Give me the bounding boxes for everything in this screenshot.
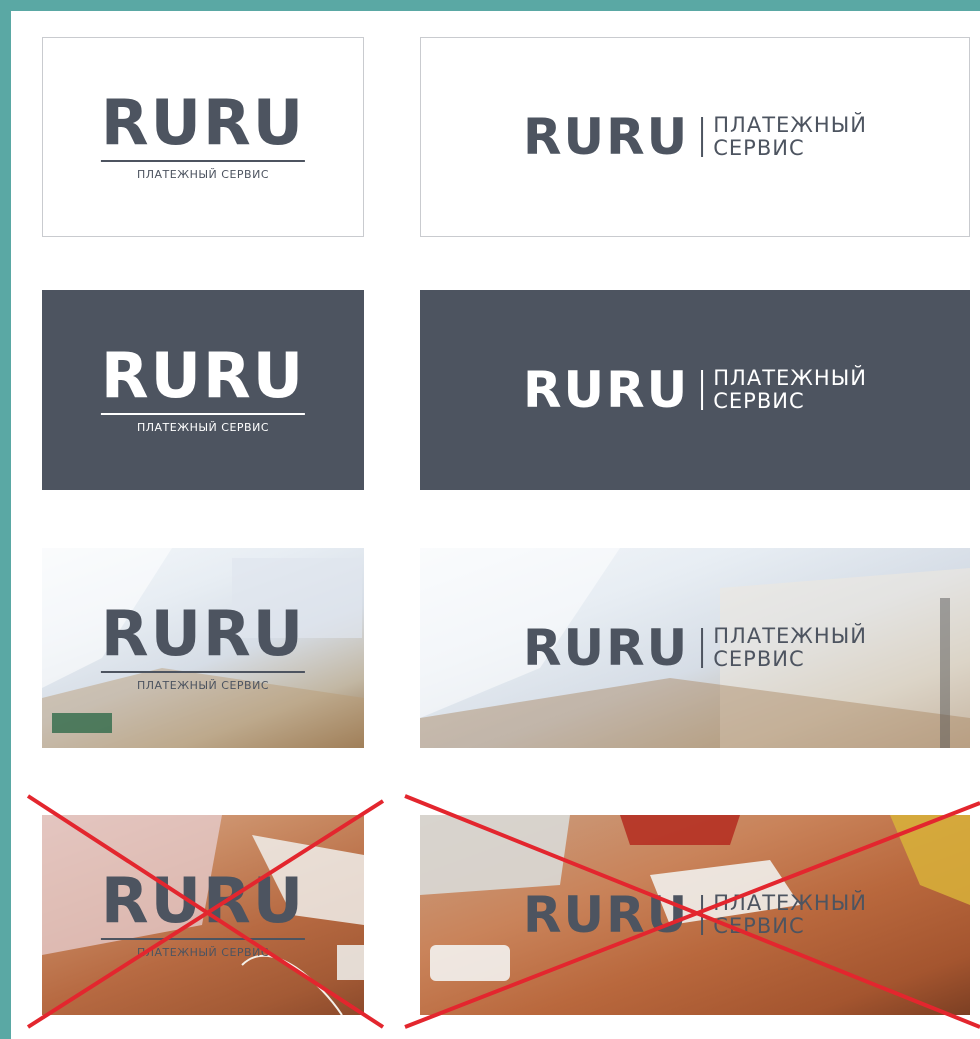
logo-tagline-line2: СЕРВИС: [713, 914, 805, 938]
logo-rule: [100, 671, 306, 673]
brand-wordmark: RURU: [523, 619, 690, 677]
logo-rule: [100, 938, 306, 940]
logo-divider: [701, 117, 704, 157]
logo-horizontal: RURU ПЛАТЕЖНЫЙ СЕРВИС: [523, 112, 867, 162]
logo-tagline: ПЛАТЕЖНЫЙ СЕРВИС: [136, 946, 270, 959]
logo-tagline-line2: СЕРВИС: [713, 136, 805, 160]
brand-wordmark: RURU: [523, 886, 690, 944]
logo-tagline-line2: СЕРВИС: [713, 647, 805, 671]
logo-horizontal-light-tile: RURU ПЛАТЕЖНЫЙ СЕРВИС: [420, 37, 970, 237]
logo-horizontal: RURU ПЛАТЕЖНЫЙ СЕРВИС: [523, 365, 867, 415]
logo-horizontal-photo-tile: RURU ПЛАТЕЖНЫЙ СЕРВИС: [420, 548, 970, 748]
logo-tagline: ПЛАТЕЖНЫЙ СЕРВИС: [713, 114, 867, 160]
brand-wordmark: RURU: [100, 864, 306, 937]
logo-stacked-dark-tile: RURU ПЛАТЕЖНЫЙ СЕРВИС: [42, 290, 364, 490]
logo-tagline: ПЛАТЕЖНЫЙ СЕРВИС: [713, 625, 867, 671]
logo-rule: [100, 160, 306, 162]
logo-tagline-line1: ПЛАТЕЖНЫЙ: [713, 113, 867, 137]
logo-stacked-light-tile: RURU ПЛАТЕЖНЫЙ СЕРВИС: [42, 37, 364, 237]
logo-tagline-line2: СЕРВИС: [713, 389, 805, 413]
logo-usage-sheet: RURU ПЛАТЕЖНЫЙ СЕРВИС RURU ПЛАТЕЖНЫЙ СЕР…: [11, 11, 980, 1039]
logo-tagline: ПЛАТЕЖНЫЙ СЕРВИС: [136, 679, 270, 692]
logo-divider: [701, 628, 704, 668]
logo-tagline: ПЛАТЕЖНЫЙ СЕРВИС: [136, 168, 270, 181]
logo-tagline-line1: ПЛАТЕЖНЫЙ: [713, 624, 867, 648]
logo-tagline: ПЛАТЕЖНЫЙ СЕРВИС: [136, 421, 270, 434]
logo-divider: [701, 895, 704, 935]
logo-stacked: RURU ПЛАТЕЖНЫЙ СЕРВИС: [100, 339, 306, 435]
logo-tagline: ПЛАТЕЖНЫЙ СЕРВИС: [713, 367, 867, 413]
logo-tagline: ПЛАТЕЖНЫЙ СЕРВИС: [713, 892, 867, 938]
logo-divider: [701, 370, 704, 410]
logo-tagline-line1: ПЛАТЕЖНЫЙ: [713, 891, 867, 915]
brand-wordmark: RURU: [100, 597, 306, 670]
brand-wordmark: RURU: [523, 108, 690, 166]
logo-horizontal: RURU ПЛАТЕЖНЫЙ СЕРВИС: [523, 890, 867, 940]
brand-wordmark: RURU: [100, 86, 306, 159]
logo-rule: [100, 413, 306, 415]
logo-horizontal-dark-tile: RURU ПЛАТЕЖНЫЙ СЕРВИС: [420, 290, 970, 490]
brand-wordmark: RURU: [100, 339, 306, 412]
logo-stacked: RURU ПЛАТЕЖНЫЙ СЕРВИС: [100, 86, 306, 182]
logo-stacked-photo-tile: RURU ПЛАТЕЖНЫЙ СЕРВИС: [42, 548, 364, 748]
logo-horizontal: RURU ПЛАТЕЖНЫЙ СЕРВИС: [523, 623, 867, 673]
logo-stacked: RURU ПЛАТЕЖНЫЙ СЕРВИС: [100, 864, 306, 960]
brand-wordmark: RURU: [523, 361, 690, 419]
logo-tagline-line1: ПЛАТЕЖНЫЙ: [713, 366, 867, 390]
logo-horizontal-busy-photo-tile: RURU ПЛАТЕЖНЫЙ СЕРВИС: [420, 815, 970, 1015]
logo-stacked-busy-photo-tile: RURU ПЛАТЕЖНЫЙ СЕРВИС: [42, 815, 364, 1015]
logo-stacked: RURU ПЛАТЕЖНЫЙ СЕРВИС: [100, 597, 306, 693]
